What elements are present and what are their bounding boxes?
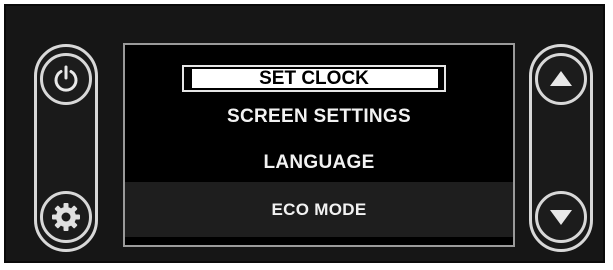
control-panel: SET CLOCK SCREEN SETTINGS LANGUAGE ECO M…: [4, 4, 605, 263]
menu-item-label: SET CLOCK: [259, 68, 369, 89]
settings-button[interactable]: [40, 191, 92, 243]
power-button[interactable]: [40, 53, 92, 105]
up-button[interactable]: [535, 53, 587, 105]
down-button[interactable]: [535, 191, 587, 243]
menu-item-set-clock[interactable]: SET CLOCK: [182, 65, 446, 92]
menu-item-language[interactable]: LANGUAGE: [125, 152, 513, 174]
menu-item-eco-mode[interactable]: ECO MODE: [125, 182, 513, 237]
power-icon: [54, 65, 78, 92]
left-button-group: [34, 44, 98, 252]
arrow-up-icon: [550, 71, 572, 86]
gear-icon: [52, 203, 80, 231]
menu-item-screen-settings[interactable]: SCREEN SETTINGS: [125, 106, 513, 128]
arrow-down-icon: [550, 210, 572, 225]
right-button-group: [529, 44, 593, 252]
display-screen: SET CLOCK SCREEN SETTINGS LANGUAGE ECO M…: [123, 43, 515, 247]
